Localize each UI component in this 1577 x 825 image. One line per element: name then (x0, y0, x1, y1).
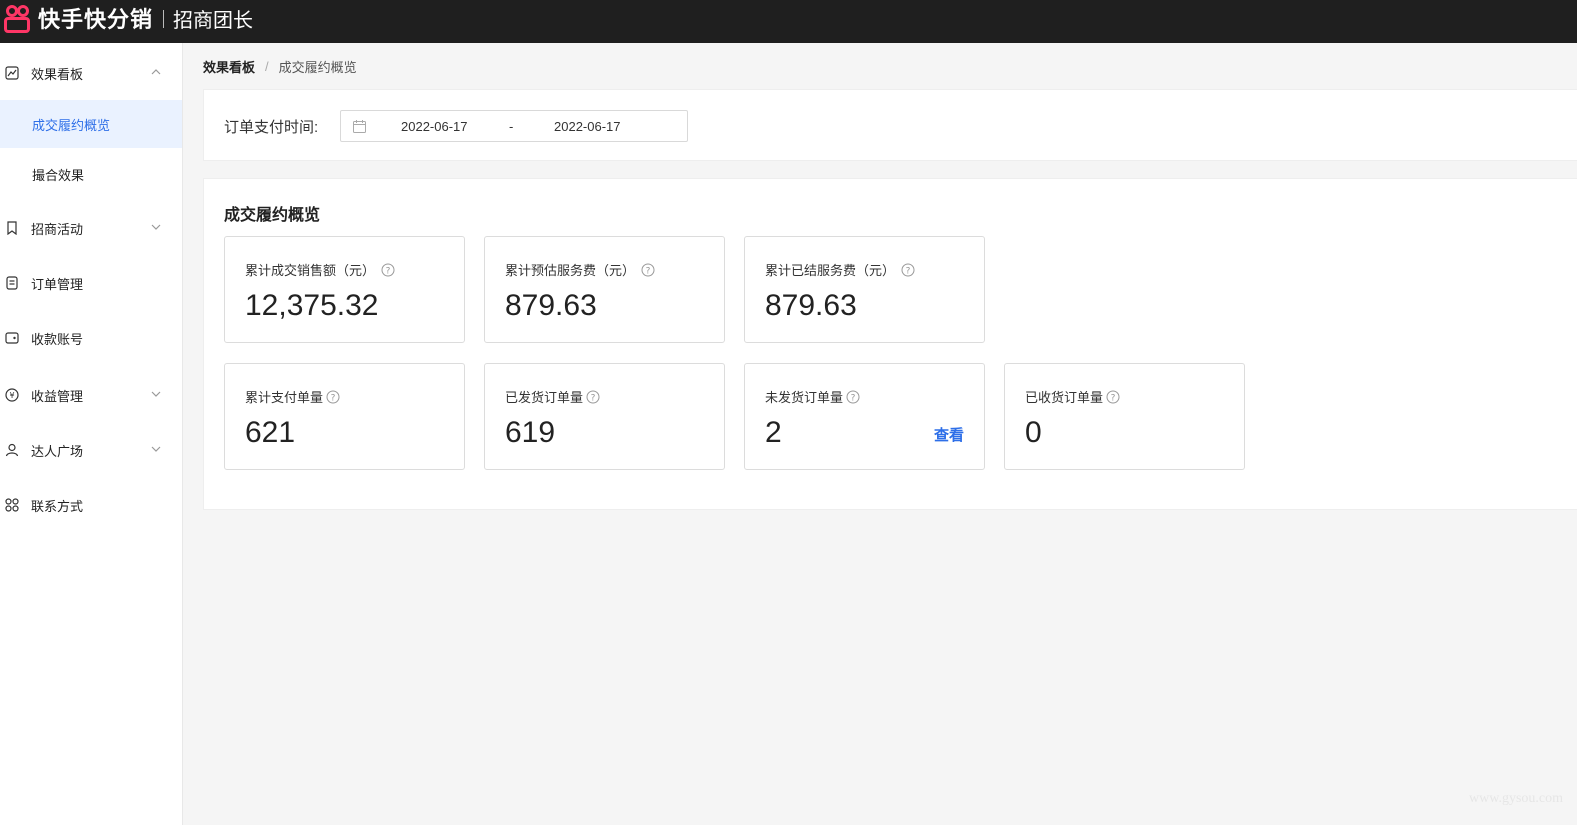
payment-time-label: 订单支付时间: (224, 119, 319, 136)
breadcrumb: 效果看板 / 成交履约概览 (203, 57, 357, 75)
sidebar-item-label: 订单管理 (31, 276, 84, 292)
breadcrumb-current: 成交履约概览 (278, 59, 357, 75)
help-icon[interactable]: ? (381, 263, 395, 277)
calendar-icon (353, 120, 366, 133)
stat-label: 累计预估服务费（元） (505, 263, 636, 278)
stat-label: 未发货订单量 (765, 390, 844, 405)
brand-name: 快手快分销 (38, 6, 154, 32)
stat-card-shipped-orders: 已发货订单量? 619 (484, 363, 725, 470)
stat-label: 已收货订单量 (1025, 390, 1104, 405)
stat-value: 2 (765, 416, 782, 449)
stat-value: 879.63 (505, 289, 597, 322)
svg-text:?: ? (386, 266, 391, 276)
top-bar: 快手快分销 招商团长 (0, 0, 1577, 43)
sidebar-item-earnings[interactable]: ¥ 收益管理 (0, 375, 182, 415)
stat-label: 已发货订单量 (505, 390, 584, 405)
svg-text:?: ? (1111, 393, 1116, 403)
help-icon[interactable]: ? (901, 263, 915, 277)
sidebar-item-label: 招商活动 (31, 221, 84, 237)
sidebar-item-label: 联系方式 (31, 498, 84, 514)
sidebar-item-accounts[interactable]: 收款账号 (0, 318, 182, 358)
section-title: 成交履约概览 (224, 207, 321, 224)
logo-divider (163, 9, 165, 28)
help-icon[interactable]: ? (1106, 390, 1120, 404)
watermark: www.gysou.com (1469, 791, 1563, 806)
chevron-up-icon (150, 66, 162, 78)
stat-value: 619 (505, 416, 556, 449)
svg-text:?: ? (646, 266, 651, 276)
stat-value: 12,375.32 (245, 289, 379, 322)
stat-value: 879.63 (765, 289, 857, 322)
help-icon[interactable]: ? (641, 263, 655, 277)
svg-text:¥: ¥ (9, 391, 14, 400)
breadcrumb-separator: / (265, 58, 269, 74)
chevron-down-icon (150, 443, 162, 455)
user-icon (5, 443, 19, 457)
sidebar-item-match-effect[interactable]: 撮合效果 (0, 150, 182, 198)
svg-text:?: ? (591, 393, 596, 403)
stat-card-received-orders: 已收货订单量? 0 (1004, 363, 1245, 470)
sidebar-item-contact[interactable]: 联系方式 (0, 485, 182, 525)
chevron-down-icon (150, 221, 162, 233)
start-date-input[interactable]: 2022-06-17 (401, 119, 468, 134)
view-link[interactable]: 查看 (934, 424, 964, 445)
sidebar-item-orders[interactable]: 订单管理 (0, 263, 182, 303)
coin-icon: ¥ (5, 388, 19, 402)
stat-label: 累计已结服务费（元） (765, 263, 896, 278)
chart-icon (5, 66, 19, 80)
stat-card-unshipped-orders: 未发货订单量? 2 查看 (744, 363, 985, 470)
sidebar-item-label: 效果看板 (31, 66, 84, 82)
order-icon (5, 276, 19, 290)
help-icon[interactable]: ? (846, 390, 860, 404)
date-range-picker[interactable]: 2022-06-17 - 2022-06-17 (340, 110, 688, 142)
sidebar-item-campaigns[interactable]: 招商活动 (0, 208, 182, 248)
stat-card-settled-fee: 累计已结服务费（元）? 879.63 (744, 236, 985, 343)
stat-value: 621 (245, 416, 296, 449)
grid-icon (5, 498, 19, 512)
svg-text:?: ? (851, 393, 856, 403)
kuaishou-logo-icon (4, 4, 32, 33)
svg-text:?: ? (331, 393, 336, 403)
help-icon[interactable]: ? (326, 390, 340, 404)
brand-subtitle: 招商团长 (173, 10, 254, 32)
stats-panel: 成交履约概览 累计成交销售额（元）? 12,375.32 累计预估服务费（元）?… (203, 178, 1577, 510)
stat-card-total-sales: 累计成交销售额（元）? 12,375.32 (224, 236, 465, 343)
stat-label: 累计成交销售额（元） (245, 263, 376, 278)
sidebar-item-creators[interactable]: 达人广场 (0, 430, 182, 470)
sidebar-item-deal-overview[interactable]: 成交履约概览 (0, 100, 182, 148)
sidebar-item-label: 收款账号 (31, 331, 84, 347)
stat-card-paid-orders: 累计支付单量? 621 (224, 363, 465, 470)
sidebar: 效果看板 成交履约概览 撮合效果 招商活动 订单管理 收款账号 ¥ 收益管理 达… (0, 43, 183, 825)
stat-label: 累计支付单量 (245, 390, 324, 405)
logo[interactable]: 快手快分销 招商团长 (0, 0, 253, 43)
stat-card-estimated-fee: 累计预估服务费（元）? 879.63 (484, 236, 725, 343)
stat-value: 0 (1025, 416, 1042, 449)
sidebar-item-label: 达人广场 (31, 443, 84, 459)
end-date-input[interactable]: 2022-06-17 (554, 119, 621, 134)
bookmark-icon (5, 221, 19, 235)
breadcrumb-link-dashboard[interactable]: 效果看板 (203, 57, 255, 76)
help-icon[interactable]: ? (586, 390, 600, 404)
sidebar-item-label: 收益管理 (31, 388, 84, 404)
filter-panel: 订单支付时间: 2022-06-17 - 2022-06-17 (203, 89, 1577, 161)
svg-text:?: ? (906, 266, 911, 276)
date-range-separator: - (509, 119, 514, 134)
sidebar-item-dashboard[interactable]: 效果看板 (0, 53, 182, 93)
chevron-down-icon (150, 388, 162, 400)
wallet-icon (5, 331, 19, 345)
